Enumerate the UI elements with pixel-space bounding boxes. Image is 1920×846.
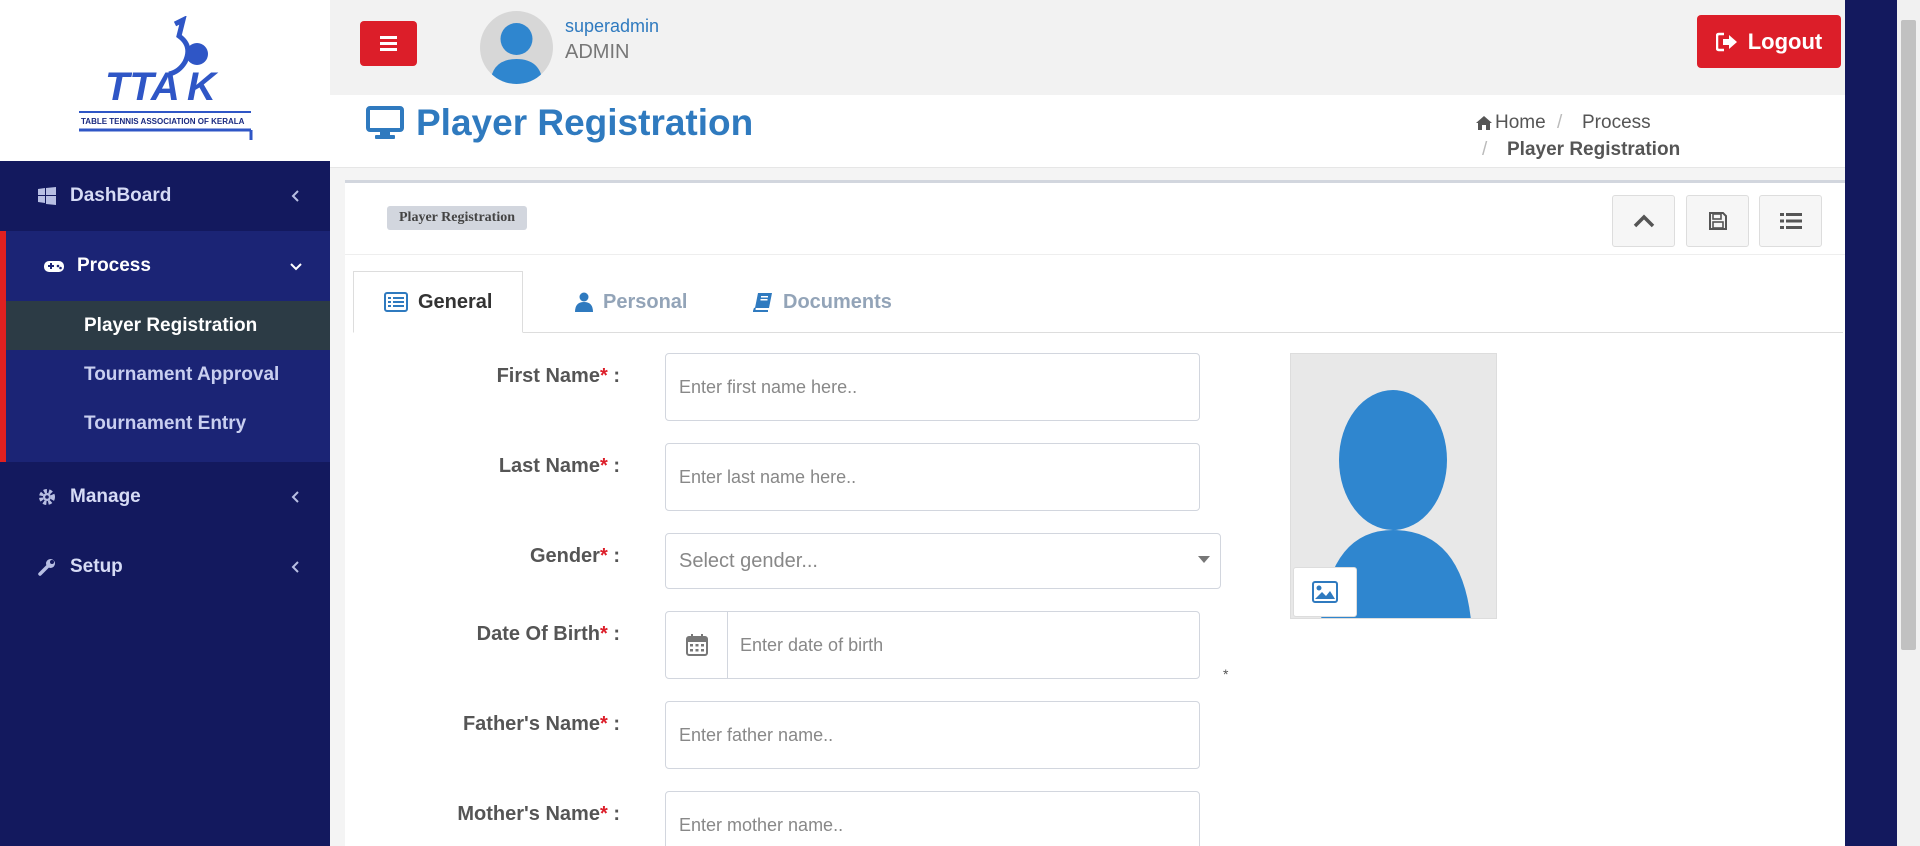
list-alt-icon bbox=[384, 292, 408, 312]
avatar[interactable] bbox=[480, 11, 553, 84]
gender-select[interactable]: Select gender... bbox=[665, 533, 1221, 589]
sidebar-item-manage[interactable]: Manage bbox=[0, 462, 330, 532]
sidebar-item-label: DashBoard bbox=[70, 185, 172, 206]
sidebar-item-process[interactable]: Process bbox=[0, 231, 330, 301]
ttak-logo-icon: TTA K TABLE TENNIS ASSOCIATION OF KERALA bbox=[79, 15, 253, 140]
mother-name-input[interactable]: Enter mother name.. bbox=[665, 791, 1200, 846]
sidebar-subitem-tournament-approval[interactable]: Tournament Approval bbox=[6, 350, 330, 399]
breadcrumb-process[interactable]: Process bbox=[1582, 112, 1651, 134]
last-name-placeholder: Enter last name here.. bbox=[679, 466, 857, 487]
sidebar-item-label: Setup bbox=[70, 556, 123, 577]
chevron-left-icon bbox=[291, 561, 299, 573]
page-header: Player Registration Home / Process / Pla… bbox=[330, 95, 1845, 168]
topbar: superadmin ADMIN Logout bbox=[330, 0, 1845, 95]
tab-general[interactable]: General bbox=[353, 271, 524, 333]
caret-down-icon bbox=[1198, 556, 1210, 563]
user-avatar-icon bbox=[490, 23, 543, 84]
tab-bar: General Personal Documents bbox=[353, 271, 1843, 333]
sidebar-item-dashboard[interactable]: DashBoard bbox=[0, 161, 330, 231]
desktop-icon bbox=[366, 106, 404, 139]
breadcrumb-separator: / bbox=[1557, 112, 1563, 133]
list-view-button[interactable] bbox=[1759, 195, 1822, 247]
hamburger-icon bbox=[380, 36, 397, 39]
logout-button[interactable]: Logout bbox=[1697, 15, 1841, 68]
right-panel-strip bbox=[1845, 0, 1897, 846]
breadcrumb-home[interactable]: Home bbox=[1475, 112, 1546, 134]
user-icon bbox=[575, 292, 593, 312]
process-submenu: Player Registration Tournament Approval … bbox=[0, 301, 330, 462]
user-role: ADMIN bbox=[565, 41, 630, 63]
username[interactable]: superadmin bbox=[565, 16, 659, 37]
card-badge: Player Registration bbox=[387, 206, 527, 230]
svg-text:TTA: TTA bbox=[105, 65, 180, 109]
svg-text:K: K bbox=[187, 65, 219, 109]
sidebar-item-label: Process bbox=[77, 255, 151, 276]
chevron-up-icon bbox=[1633, 214, 1654, 228]
sidebar-subitem-player-registration[interactable]: Player Registration bbox=[6, 301, 330, 350]
collapse-button[interactable] bbox=[1612, 195, 1675, 247]
upload-photo-button[interactable] bbox=[1293, 567, 1357, 617]
gear-icon bbox=[36, 486, 58, 508]
dob-input[interactable]: Enter date of birth bbox=[665, 611, 1200, 679]
sidebar-item-setup[interactable]: Setup bbox=[0, 532, 330, 602]
chevron-left-icon bbox=[291, 491, 299, 503]
tab-label: Personal bbox=[603, 290, 688, 313]
calendar-icon[interactable] bbox=[666, 612, 728, 678]
home-icon bbox=[1476, 116, 1492, 130]
gamepad-icon bbox=[43, 255, 65, 277]
wrench-icon bbox=[36, 556, 58, 578]
menu-toggle-button[interactable] bbox=[360, 21, 417, 66]
page-title-text: Player Registration bbox=[416, 102, 754, 143]
logo[interactable]: TTA K TABLE TENNIS ASSOCIATION OF KERALA bbox=[0, 0, 330, 161]
svg-text:TABLE TENNIS ASSOCIATION OF KE: TABLE TENNIS ASSOCIATION OF KERALA bbox=[81, 117, 245, 126]
tab-personal[interactable]: Personal bbox=[575, 271, 687, 333]
mother-name-placeholder: Enter mother name.. bbox=[679, 814, 844, 835]
first-name-placeholder: Enter first name here.. bbox=[679, 376, 858, 397]
sign-out-icon bbox=[1715, 32, 1737, 51]
sidebar-item-label: Manage bbox=[70, 486, 141, 507]
windows-icon bbox=[36, 185, 58, 207]
last-name-input[interactable]: Enter last name here.. bbox=[665, 443, 1200, 511]
father-name-placeholder: Enter father name.. bbox=[679, 724, 834, 745]
list-icon bbox=[1779, 213, 1802, 229]
scrollbar[interactable] bbox=[1897, 0, 1920, 846]
sidebar-subitem-tournament-entry[interactable]: Tournament Entry bbox=[6, 399, 330, 448]
chevron-left-icon bbox=[291, 190, 299, 202]
save-button[interactable] bbox=[1686, 195, 1749, 247]
father-name-input[interactable]: Enter father name.. bbox=[665, 701, 1200, 769]
tab-label: Documents bbox=[783, 290, 892, 313]
tab-label: General bbox=[418, 290, 493, 313]
dob-placeholder: Enter date of birth bbox=[740, 634, 884, 655]
sidebar: TTA K TABLE TENNIS ASSOCIATION OF KERALA… bbox=[0, 0, 330, 846]
page-title: Player Registration bbox=[366, 102, 753, 144]
breadcrumb-home-label: Home bbox=[1495, 112, 1546, 133]
chevron-down-icon bbox=[290, 263, 302, 271]
gender-placeholder: Select gender... bbox=[679, 549, 818, 572]
logout-label: Logout bbox=[1747, 28, 1823, 54]
save-icon bbox=[1708, 212, 1727, 230]
first-name-input[interactable]: Enter first name here.. bbox=[665, 353, 1200, 421]
book-icon bbox=[753, 293, 772, 312]
image-icon bbox=[1312, 581, 1338, 603]
breadcrumb-separator: / bbox=[1482, 139, 1488, 160]
tab-documents[interactable]: Documents bbox=[753, 271, 892, 333]
scrollbar-thumb[interactable] bbox=[1901, 20, 1916, 650]
breadcrumb-current: Player Registration bbox=[1507, 139, 1681, 160]
card-header: Player Registration bbox=[345, 183, 1845, 255]
